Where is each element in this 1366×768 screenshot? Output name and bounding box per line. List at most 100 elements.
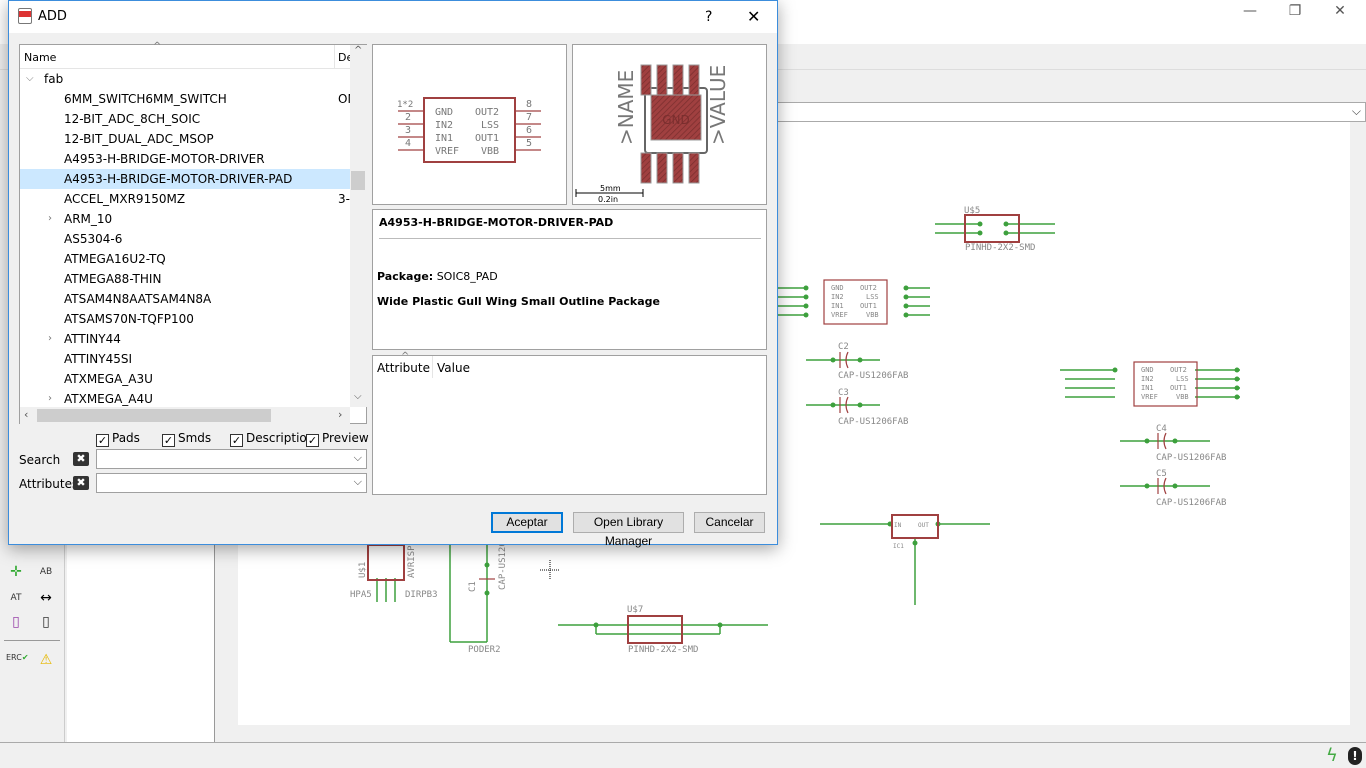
tree-item[interactable]: ATMEGA88-THIN: [20, 269, 350, 289]
smds-checkbox[interactable]: ✓ Smds: [162, 431, 211, 447]
pin-name: GND: [435, 107, 453, 118]
item-name: ATSAM4N8AATSAM4N8A: [64, 292, 212, 306]
scale-in: 0.2in: [598, 195, 618, 204]
preview-checkbox[interactable]: ✓ Preview: [306, 431, 369, 447]
canvas-vertical-scrollbar[interactable]: [1350, 122, 1366, 725]
erc-check-icon[interactable]: ERC✔: [6, 648, 29, 668]
tree-header: Name ^ De: [20, 41, 353, 69]
item-description: 3-a: [338, 192, 350, 206]
value-placeholder: >VALUE: [706, 65, 730, 145]
clear-attributes-icon[interactable]: ✖: [73, 476, 89, 490]
ok-button[interactable]: Aceptar: [491, 512, 563, 533]
item-name: ATSAMS70N-TQFP100: [64, 312, 194, 326]
dialog-title-bar: ADD ? ✕: [9, 1, 777, 33]
chevron-right-icon[interactable]: ›: [48, 329, 52, 349]
symbol-drawing: 1*2 2 3 4 GND IN2 IN1 VREF 8 7 6 5 OUT2 …: [397, 97, 541, 163]
tree-item[interactable]: › ARM_10: [20, 209, 350, 229]
label-tool-icon[interactable]: AB: [36, 562, 56, 582]
tree-item[interactable]: › ATTINY44: [20, 329, 350, 349]
scroll-down-icon[interactable]: ⌵: [354, 391, 362, 402]
attribute-tool-icon[interactable]: AT: [6, 588, 26, 608]
smd-pad: [640, 152, 652, 184]
smd-pad: [672, 152, 684, 184]
close-dialog-button[interactable]: ✕: [747, 7, 760, 26]
smd-pad: [656, 64, 668, 96]
tree-root-fab[interactable]: ⌵ fab: [20, 69, 350, 89]
item-name: ATMEGA88-THIN: [64, 272, 162, 286]
item-name: ATXMEGA_A4U: [64, 392, 153, 406]
canvas-horizontal-scrollbar[interactable]: [238, 725, 1350, 741]
scroll-up-icon[interactable]: ^: [354, 45, 362, 56]
chevron-right-icon[interactable]: ›: [48, 209, 52, 229]
open-library-manager-button[interactable]: Open Library Manager: [573, 512, 684, 548]
attributes-input[interactable]: ⌵: [96, 473, 367, 493]
frame-tool-icon[interactable]: ▯: [36, 612, 56, 632]
dialog-title: ADD: [38, 9, 67, 24]
command-combo[interactable]: ⌵: [770, 102, 1366, 122]
pin-name: OUT2: [475, 107, 499, 118]
tree-vertical-scrollbar[interactable]: ^ ⌵: [350, 45, 367, 407]
pads-checkbox[interactable]: ✓ Pads: [96, 431, 140, 447]
clear-search-icon[interactable]: ✖: [73, 452, 89, 466]
column-attribute[interactable]: Attribute: [377, 361, 430, 375]
symbol-preview: 1*2 2 3 4 GND IN2 IN1 VREF 8 7 6 5 OUT2 …: [372, 44, 567, 205]
tree-item[interactable]: 6MM_SWITCH6MM_SWITCH ON: [20, 89, 350, 109]
smd-pad: [688, 64, 700, 96]
tree-item[interactable]: 12-BIT_ADC_8CH_SOIC: [20, 109, 350, 129]
cancel-button[interactable]: Cancelar: [694, 512, 765, 533]
pin-number: 1*2: [397, 100, 413, 110]
maximize-button[interactable]: ❐: [1280, 4, 1310, 18]
lightning-icon[interactable]: ϟ: [1326, 745, 1338, 766]
search-input[interactable]: ⌵: [96, 449, 367, 469]
tree-item[interactable]: ATSAMS70N-TQFP100: [20, 309, 350, 329]
divider: [4, 640, 60, 641]
column-name[interactable]: Name: [24, 51, 56, 64]
package-info: Package: SOIC8_PAD: [377, 270, 498, 283]
stop-icon[interactable]: !: [1348, 747, 1362, 765]
pin-name: IN1: [435, 133, 453, 144]
dimension-tool-icon[interactable]: ↔: [36, 588, 56, 608]
chevron-down-icon[interactable]: ⌵: [354, 475, 362, 489]
pin-number: 8: [526, 99, 532, 110]
tree-item[interactable]: › ATXMEGA_A4U: [20, 389, 350, 409]
description-panel: A4953-H-BRIDGE-MOTOR-DRIVER-PAD Package:…: [372, 209, 767, 350]
close-window-button[interactable]: ✕: [1325, 4, 1355, 18]
smd-pad: [672, 64, 684, 96]
chevron-down-icon[interactable]: ⌵: [26, 69, 34, 89]
tree-item[interactable]: A4953-H-BRIDGE-MOTOR-DRIVER: [20, 149, 350, 169]
smd-pad: [640, 64, 652, 96]
attributes-table: ^ Attribute Value: [372, 351, 767, 495]
item-name: ARM_10: [64, 212, 113, 226]
scrollbar-thumb[interactable]: [351, 171, 365, 190]
add-dialog: ADD ? ✕ Name ^ De ⌵ fab 6MM_SWITCH6MM_SW…: [8, 0, 778, 548]
package-preview: GND >NAME >VALUE 5mm 0.2in: [572, 44, 767, 205]
scroll-left-icon[interactable]: ‹: [24, 408, 28, 421]
tree-item[interactable]: ATMEGA16U2-TQ: [20, 249, 350, 269]
divider: [379, 238, 761, 239]
tree-item[interactable]: ATSAM4N8AATSAM4N8A: [20, 289, 350, 309]
item-description: ON: [338, 92, 350, 106]
junction-tool-icon[interactable]: ✛: [6, 562, 26, 582]
item-name: 12-BIT_ADC_8CH_SOIC: [64, 112, 201, 126]
column-value[interactable]: Value: [437, 361, 470, 375]
help-button[interactable]: ?: [705, 9, 712, 25]
pin-name: VBB: [481, 146, 499, 157]
chevron-down-icon[interactable]: ⌵: [354, 451, 362, 465]
tree-item[interactable]: A4953-H-BRIDGE-MOTOR-DRIVER-PAD: [20, 169, 350, 189]
warning-icon[interactable]: ⚠: [36, 650, 56, 670]
gate-tool-icon[interactable]: ▯: [6, 612, 26, 632]
scroll-right-icon[interactable]: ›: [338, 408, 342, 421]
minimize-button[interactable]: —: [1235, 4, 1265, 18]
pad-label: GND: [662, 113, 690, 127]
tree-item[interactable]: 12-BIT_DUAL_ADC_MSOP: [20, 129, 350, 149]
library-tree[interactable]: Name ^ De ⌵ fab 6MM_SWITCH6MM_SWITCH ON 12…: [19, 41, 367, 424]
description-checkbox[interactable]: ✓ Description: [230, 431, 314, 447]
tree-item[interactable]: AS5304-6: [20, 229, 350, 249]
tree-item[interactable]: ACCEL_MXR9150MZ 3-a: [20, 189, 350, 209]
tree-item[interactable]: ATXMEGA_A3U: [20, 369, 350, 389]
tree-horizontal-scrollbar[interactable]: ‹ ›: [20, 407, 350, 424]
tree-item[interactable]: ATTINY45SI: [20, 349, 350, 369]
chevron-right-icon[interactable]: ›: [48, 389, 52, 409]
name-placeholder: >NAME: [614, 70, 638, 145]
scrollbar-thumb[interactable]: [37, 409, 271, 422]
